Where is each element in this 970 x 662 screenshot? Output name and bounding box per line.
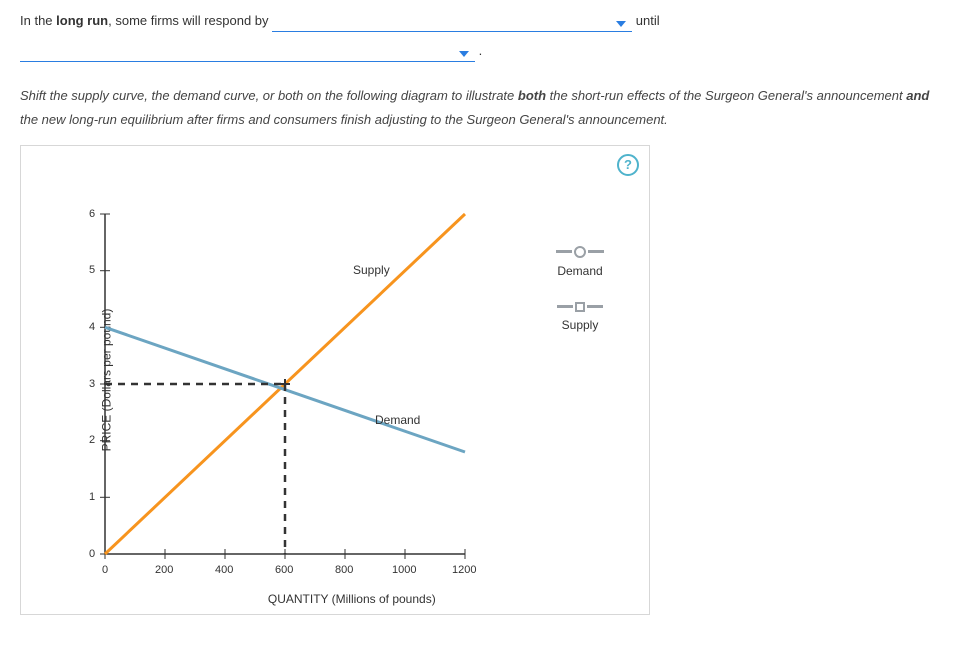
- question-line-2: .: [20, 40, 950, 62]
- x-tick-1000: 1000: [392, 564, 416, 576]
- legend-supply-item[interactable]: Supply: [535, 302, 625, 332]
- question-text-strong: long run: [56, 13, 108, 28]
- legend-demand-symbol: [535, 246, 625, 258]
- legend: Demand Supply: [535, 246, 625, 356]
- x-tick-200: 200: [155, 564, 173, 576]
- y-tick-2: 2: [89, 434, 95, 446]
- x-tick-600: 600: [275, 564, 293, 576]
- y-tick-4: 4: [89, 321, 95, 333]
- legend-demand-item[interactable]: Demand: [535, 246, 625, 278]
- dropdown-firms-respond[interactable]: [272, 12, 632, 32]
- x-axis-label: QUANTITY (Millions of pounds): [268, 592, 436, 606]
- dropdown-until[interactable]: [20, 42, 475, 62]
- chevron-down-icon: [616, 21, 626, 27]
- question-mark-icon: ?: [624, 157, 632, 172]
- question-text-p1: In the: [20, 13, 56, 28]
- help-button[interactable]: ?: [617, 154, 639, 176]
- x-tick-400: 400: [215, 564, 233, 576]
- instructions-text: Shift the supply curve, the demand curve…: [20, 84, 950, 131]
- y-tick-5: 5: [89, 264, 95, 276]
- question-line-1: In the long run, some firms will respond…: [20, 10, 950, 32]
- legend-supply-label: Supply: [535, 318, 625, 332]
- plot-area[interactable]: Supply Demand 0 1 2 3 4 5 6 0 200 400 60…: [105, 214, 465, 574]
- y-tick-3: 3: [89, 378, 95, 390]
- question-text-p3: until: [636, 13, 660, 28]
- y-tick-1: 1: [89, 491, 95, 503]
- question-text-p2: , some firms will respond by: [108, 13, 272, 28]
- legend-supply-symbol: [535, 302, 625, 312]
- chevron-down-icon: [459, 51, 469, 57]
- x-tick-0: 0: [102, 564, 108, 576]
- supply-line-label: Supply: [353, 263, 390, 277]
- legend-demand-label: Demand: [535, 264, 625, 278]
- question-text-p4: .: [479, 43, 483, 58]
- y-tick-6: 6: [89, 208, 95, 220]
- chart-frame: ? PRICE (Dollars per pound) QUANTITY (Mi…: [20, 145, 650, 615]
- x-tick-1200: 1200: [452, 564, 476, 576]
- chart-svg: Supply Demand: [105, 214, 465, 574]
- x-tick-800: 800: [335, 564, 353, 576]
- demand-line-label: Demand: [375, 413, 420, 427]
- y-tick-0: 0: [89, 548, 95, 560]
